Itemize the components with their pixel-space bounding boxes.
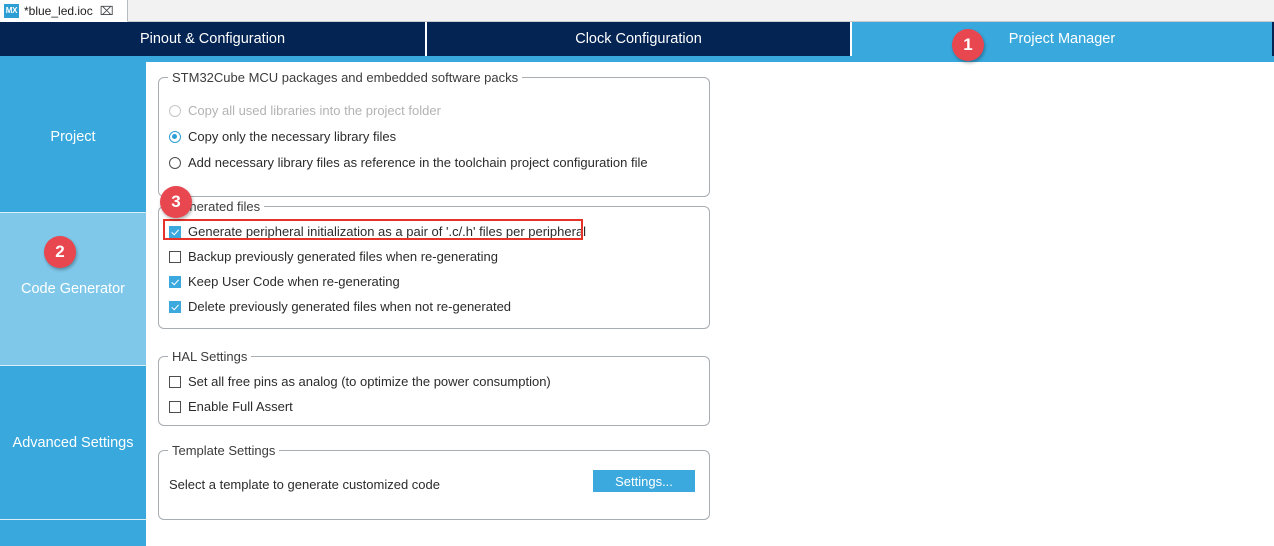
- main-tab-bar: Pinout & Configuration Clock Configurati…: [0, 22, 1274, 56]
- checkbox-backup-previously-generated-label: Backup previously generated files when r…: [188, 249, 499, 264]
- file-tab-label: *blue_led.ioc: [24, 3, 93, 18]
- sidebar-item-extra[interactable]: [0, 520, 146, 546]
- tab-pinout-configuration[interactable]: Pinout & Configuration: [0, 22, 425, 56]
- checkbox-delete-previously-generated-label: Delete previously generated files when n…: [188, 299, 512, 314]
- hal-settings-group: HAL Settings Set all free pins as analog…: [158, 349, 710, 426]
- tab-clock-configuration[interactable]: Clock Configuration: [425, 22, 850, 56]
- checkbox-generate-peripheral-init-label: Generate peripheral initialization as a …: [188, 224, 587, 239]
- radio-copy-all-libraries: [169, 105, 181, 117]
- generated-files-group: Generated files Generate peripheral init…: [158, 199, 710, 329]
- checkbox-keep-user-code[interactable]: [169, 276, 181, 288]
- step-badge-3: 3: [160, 186, 192, 218]
- template-settings-group: Template Settings Select a template to g…: [158, 443, 710, 520]
- checkbox-backup-previously-generated[interactable]: [169, 251, 181, 263]
- mx-logo-icon: MX: [4, 3, 19, 18]
- sidebar-item-project-label: Project: [50, 129, 96, 145]
- project-manager-sidebar: Project Code Generator Advanced Settings: [0, 62, 146, 546]
- sidebar-item-project[interactable]: Project: [0, 62, 146, 213]
- packages-group-legend: STM32Cube MCU packages and embedded soft…: [168, 70, 523, 85]
- radio-copy-necessary-libraries-label: Copy only the necessary library files: [188, 129, 397, 144]
- code-generator-panel: STM32Cube MCU packages and embedded soft…: [146, 62, 1274, 546]
- checkbox-row-set-free-pins-analog[interactable]: Set all free pins as analog (to optimize…: [169, 373, 551, 391]
- file-tab-blue-led-ioc[interactable]: MX *blue_led.ioc ⌧: [0, 0, 128, 22]
- checkbox-row-generate-peripheral-init[interactable]: Generate peripheral initialization as a …: [169, 223, 586, 241]
- sidebar-item-code-generator[interactable]: Code Generator: [0, 213, 146, 366]
- checkbox-row-delete-previously-generated[interactable]: Delete previously generated files when n…: [169, 298, 511, 316]
- hal-settings-group-legend: HAL Settings: [168, 349, 252, 364]
- sidebar-item-advanced-settings-label: Advanced Settings: [12, 434, 134, 451]
- sidebar-item-code-generator-label: Code Generator: [21, 281, 125, 297]
- template-settings-button[interactable]: Settings...: [593, 470, 695, 492]
- step-badge-2: 2: [44, 236, 76, 268]
- tab-clock-configuration-label: Clock Configuration: [575, 31, 702, 47]
- checkbox-enable-full-assert-label: Enable Full Assert: [188, 399, 293, 414]
- step-badge-1: 1: [952, 29, 984, 61]
- checkbox-enable-full-assert[interactable]: [169, 401, 181, 413]
- radio-row-copy-all-libraries[interactable]: Copy all used libraries into the project…: [169, 102, 441, 120]
- template-settings-group-legend: Template Settings: [168, 443, 280, 458]
- radio-add-libraries-as-reference-label: Add necessary library files as reference…: [188, 155, 648, 170]
- checkbox-row-backup-previously-generated[interactable]: Backup previously generated files when r…: [169, 248, 498, 266]
- checkbox-set-free-pins-analog-label: Set all free pins as analog (to optimize…: [188, 374, 551, 389]
- checkbox-generate-peripheral-init[interactable]: [169, 226, 181, 238]
- tab-project-manager-label: Project Manager: [1008, 31, 1116, 47]
- sidebar-item-advanced-settings[interactable]: Advanced Settings: [0, 366, 146, 520]
- checkbox-delete-previously-generated[interactable]: [169, 301, 181, 313]
- tab-project-manager[interactable]: Project Manager: [850, 22, 1272, 56]
- checkbox-row-keep-user-code[interactable]: Keep User Code when re-generating: [169, 273, 400, 291]
- checkbox-keep-user-code-label: Keep User Code when re-generating: [188, 274, 400, 289]
- tab-pinout-configuration-label: Pinout & Configuration: [139, 31, 286, 47]
- checkbox-row-enable-full-assert[interactable]: Enable Full Assert: [169, 398, 293, 416]
- radio-copy-all-libraries-label: Copy all used libraries into the project…: [188, 103, 441, 118]
- template-settings-description: Select a template to generate customized…: [169, 477, 440, 492]
- radio-row-copy-necessary-libraries[interactable]: Copy only the necessary library files: [169, 128, 396, 146]
- packages-group: STM32Cube MCU packages and embedded soft…: [158, 70, 710, 197]
- close-icon[interactable]: ⌧: [100, 5, 114, 17]
- checkbox-set-free-pins-analog[interactable]: [169, 376, 181, 388]
- radio-row-add-libraries-as-reference[interactable]: Add necessary library files as reference…: [169, 154, 648, 172]
- radio-add-libraries-as-reference[interactable]: [169, 157, 181, 169]
- radio-copy-necessary-libraries[interactable]: [169, 131, 181, 143]
- editor-tab-bar: MX *blue_led.ioc ⌧: [0, 0, 1274, 22]
